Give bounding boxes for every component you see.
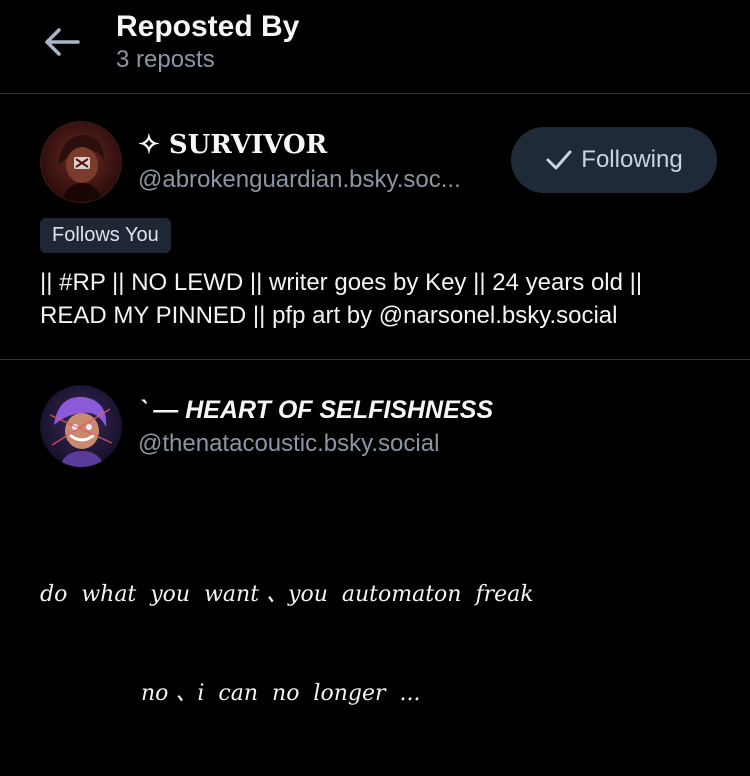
checkmark-icon bbox=[546, 150, 572, 170]
header: Reposted By 3 reposts bbox=[0, 0, 750, 94]
following-button[interactable]: Following bbox=[511, 127, 717, 193]
user-bio: do what you want 、you automaton freak no… bbox=[40, 512, 740, 776]
avatar[interactable] bbox=[40, 121, 122, 203]
display-name[interactable]: ✧ SURVIVOR bbox=[138, 130, 327, 160]
bio-line: READ MY PINNED || pfp art by @narsonel.b… bbox=[40, 302, 618, 329]
page-title: Reposted By bbox=[116, 10, 300, 43]
arrow-left-icon bbox=[45, 28, 80, 56]
following-button-label: Following bbox=[581, 146, 683, 173]
bio-line: do what you want 、you automaton freak bbox=[40, 582, 534, 607]
repost-count: 3 reposts bbox=[116, 46, 215, 73]
follows-you-badge: Follows You bbox=[40, 218, 171, 253]
bio-line: no 、i can no longer ... bbox=[141, 681, 421, 706]
user-list-item[interactable]: ✧ SURVIVOR @abrokenguardian.bsky.soc... … bbox=[0, 94, 750, 360]
follows-you-label: Follows You bbox=[52, 224, 159, 246]
user-handle[interactable]: @thenatacoustic.bsky.social bbox=[138, 430, 439, 458]
back-button[interactable] bbox=[40, 24, 84, 60]
user-bio: || #RP || NO LEWD || writer goes by Key … bbox=[40, 266, 720, 332]
user-list-item[interactable]: ` — HEART OF SELFISHNESS @thenatacoustic… bbox=[0, 360, 750, 706]
display-name[interactable]: ` — HEART OF SELFISHNESS bbox=[138, 396, 493, 425]
user-handle[interactable]: @abrokenguardian.bsky.soc... bbox=[138, 166, 461, 194]
avatar[interactable] bbox=[40, 385, 122, 467]
bio-line: || #RP || NO LEWD || writer goes by Key … bbox=[40, 269, 643, 296]
